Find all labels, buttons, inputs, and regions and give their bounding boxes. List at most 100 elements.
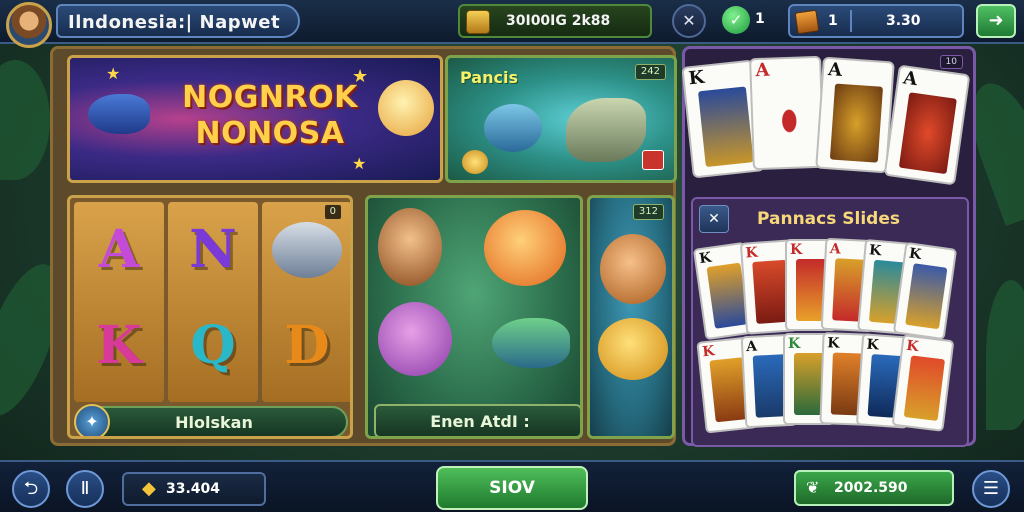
goldfish-badge: 312 <box>632 204 664 220</box>
slides-title: Pannacs Slides <box>757 209 900 229</box>
goldfish-icon <box>484 210 566 286</box>
leaf-icon: ❦ <box>806 478 820 497</box>
top-bar: Ilndonesia:| Napwet 30I00IG 2k88 ✕ ✓ 1 1… <box>0 0 1024 48</box>
check-count: 1 <box>755 11 765 27</box>
slot-symbol: Q <box>190 315 236 376</box>
favorite-icon[interactable] <box>642 150 664 170</box>
win-display[interactable]: ❦ 2002.590 <box>794 470 954 506</box>
card-rank: K <box>790 242 803 258</box>
reel: N Q <box>168 202 258 402</box>
dolphin-icon <box>484 104 542 152</box>
fish-tile[interactable]: Enen AtdI : <box>365 195 583 439</box>
slot-symbol: N <box>189 219 237 280</box>
slots-badge: 0 <box>323 204 342 220</box>
goldfish-tile[interactable]: 312 <box>587 195 675 439</box>
title-plate: Ilndonesia:| Napwet <box>56 4 300 38</box>
slides-header: ✕ Pannacs Slides <box>699 205 963 235</box>
jungle-leaf <box>0 60 50 180</box>
purple-fish-icon <box>378 302 452 376</box>
cards-badge: 10 <box>939 55 963 69</box>
banner-tile[interactable]: NOGNROK NONOSA ★ ★ ★ <box>67 55 443 183</box>
gem-count: 1 <box>828 13 838 29</box>
card-rank: K <box>907 245 923 264</box>
card-rank: A <box>745 338 758 356</box>
bottom-bar: ⮌ Ⅱ ◆ 33.404 SIOV ❦ 2002.590 ☰ <box>0 460 1024 512</box>
diamond-icon: ◆ <box>142 478 156 499</box>
card-rank: K <box>865 336 880 354</box>
coin-balance[interactable]: 30I00IG 2k88 <box>458 4 652 38</box>
card-panel: 10 K A A A ✕ Pannacs Slides K K K A K K … <box>681 46 976 447</box>
card-rank: A <box>755 59 770 82</box>
gem-value: 3.30 <box>886 13 921 29</box>
card-rank: K <box>868 242 882 260</box>
card-rank: K <box>687 66 706 90</box>
green-fish-icon <box>492 318 570 368</box>
card-rank: K <box>905 337 920 356</box>
wrench-icon: ✕ <box>682 11 696 30</box>
kid-fisher-icon <box>600 234 666 304</box>
chart-icon: Ⅱ <box>80 478 90 499</box>
star-icon: ★ <box>106 64 121 83</box>
check-icon[interactable]: ✓ <box>722 6 750 34</box>
playing-card[interactable]: K <box>891 334 955 432</box>
fish-label-bar[interactable]: Enen AtdI : <box>374 404 580 436</box>
jungle-leaf <box>986 280 1024 430</box>
slots-tile[interactable]: A K N Q D 0 ✦ Hlolskan <box>67 195 353 439</box>
slot-symbol: K <box>96 315 142 376</box>
reel: D <box>262 202 350 402</box>
tools-button[interactable]: ✕ <box>672 4 706 38</box>
card-art <box>905 263 948 330</box>
back-button[interactable]: ⮌ <box>12 470 50 508</box>
forward-button[interactable]: ➜ <box>976 4 1016 38</box>
gem-balance[interactable]: 1 3.30 <box>788 4 964 38</box>
slots-label: Hlolskan <box>175 413 253 432</box>
balance-display: ◆ 33.404 <box>122 472 266 506</box>
pirate-icon <box>378 208 442 286</box>
playing-card[interactable]: A <box>749 55 825 171</box>
chest-icon <box>794 9 820 35</box>
card-art <box>829 83 884 163</box>
tools-icon[interactable]: ✕ <box>699 205 729 233</box>
balance-value: 33.404 <box>166 481 221 497</box>
hamburger-icon: ☰ <box>982 478 1000 499</box>
play-button[interactable]: SIOV <box>436 466 588 510</box>
card-rank: K <box>745 244 759 262</box>
slots-label-bar[interactable]: ✦ Hlolskan <box>74 404 348 436</box>
star-icon: ★ <box>352 66 369 87</box>
pancis-tile[interactable]: Pancis 242 <box>445 55 677 183</box>
pancis-title: Pancis <box>460 68 518 87</box>
slot-symbol: A <box>98 219 140 280</box>
golden-fish-icon <box>598 318 668 380</box>
coin-value: 30I00IG 2k88 <box>506 13 611 29</box>
slides-section: ✕ Pannacs Slides K K K A K K K A K K K K <box>691 197 969 447</box>
card-rank: K <box>701 343 716 361</box>
stats-button[interactable]: Ⅱ <box>66 470 104 508</box>
playing-card[interactable]: A <box>815 56 895 174</box>
divider <box>850 10 852 32</box>
pancis-badge: 242 <box>634 64 666 80</box>
treasure-icon <box>466 10 490 34</box>
game-lobby: NOGNROK NONOSA ★ ★ ★ Pancis 242 A K N Q … <box>50 46 677 446</box>
player-avatar[interactable] <box>6 2 52 48</box>
arrow-right-icon: ➜ <box>988 10 1004 31</box>
card-rank: A <box>827 59 843 81</box>
playing-card[interactable]: K <box>892 241 958 341</box>
banner-title: NOGNROK NONOSA <box>182 80 358 151</box>
slot-symbol: D <box>284 315 330 376</box>
card-rank: K <box>826 335 840 352</box>
yellow-fish-icon <box>378 80 434 136</box>
card-rank: K <box>788 336 801 352</box>
back-arrow-icon: ⮌ <box>23 478 39 499</box>
star-icon: ★ <box>352 154 367 173</box>
playing-card[interactable]: A <box>883 64 971 186</box>
menu-button[interactable]: ☰ <box>972 470 1010 508</box>
heart-icon <box>763 82 815 160</box>
fish-icon <box>272 222 342 278</box>
card-art <box>898 92 957 175</box>
win-value: 2002.590 <box>834 480 908 496</box>
card-rank: A <box>829 240 842 258</box>
card-art <box>697 86 754 168</box>
game-title: Ilndonesia:| Napwet <box>68 12 281 33</box>
reel: A K <box>74 202 164 402</box>
card-art <box>903 355 946 422</box>
